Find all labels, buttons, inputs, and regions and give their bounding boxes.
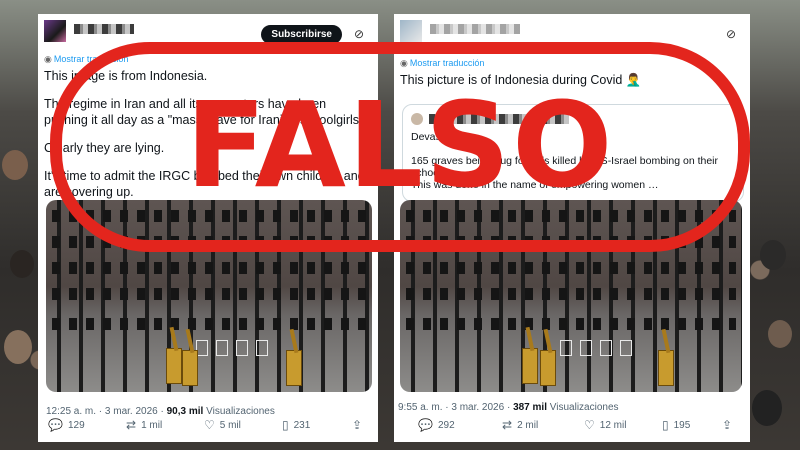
- post-time[interactable]: 12:25 a. m. · 3 mar. 2026 ·: [46, 406, 164, 417]
- grok-icon[interactable]: ⊘: [726, 27, 736, 41]
- share-icon: ⇪: [722, 418, 733, 432]
- reply-icon: 💬: [48, 418, 63, 432]
- action-bar: 💬 129 ⇄ 1 mil ♡ 5 mil ▯ 231 ⇪: [48, 418, 368, 434]
- reply-icon: 💬: [418, 418, 433, 432]
- blurred-username: [430, 24, 520, 34]
- views-label: Visualizaciones: [206, 406, 275, 417]
- like-icon: ♡: [584, 418, 595, 432]
- share-icon: ⇪: [352, 418, 363, 432]
- bookmark-button[interactable]: ▯ 195: [662, 418, 690, 432]
- reply-button[interactable]: 💬 129: [48, 418, 85, 432]
- views-count: 387 mil: [513, 402, 547, 413]
- views-count: 90,3 mil: [166, 406, 204, 417]
- share-button[interactable]: ⇪: [352, 418, 362, 432]
- bookmark-button[interactable]: ▯ 231: [282, 418, 310, 432]
- like-button[interactable]: ♡ 5 mil: [204, 418, 241, 432]
- bookmark-icon: ▯: [662, 418, 669, 432]
- repost-button[interactable]: ⇄ 2 mil: [502, 418, 538, 432]
- post-meta: 9:55 a. m. · 3 mar. 2026 · 387 mil Visua…: [398, 402, 619, 413]
- repost-button[interactable]: ⇄ 1 mil: [126, 418, 162, 432]
- share-button[interactable]: ⇪: [722, 418, 732, 432]
- action-bar: 💬 292 ⇄ 2 mil ♡ 12 mil ▯ 195 ⇪: [404, 418, 740, 434]
- falso-stamp: FALSO: [185, 76, 615, 214]
- like-button[interactable]: ♡ 12 mil: [584, 418, 626, 432]
- bookmark-icon: ▯: [282, 418, 289, 432]
- views-label: Visualizaciones: [549, 402, 619, 413]
- globe-icon: ◉: [44, 54, 52, 64]
- avatar[interactable]: [400, 20, 422, 42]
- repost-icon: ⇄: [126, 418, 137, 432]
- grok-icon[interactable]: ⊘: [354, 27, 364, 41]
- repost-icon: ⇄: [502, 418, 513, 432]
- post-time[interactable]: 9:55 a. m. · 3 mar. 2026 ·: [398, 402, 510, 413]
- post-meta: 12:25 a. m. · 3 mar. 2026 · 90,3 mil Vis…: [46, 406, 275, 417]
- like-icon: ♡: [204, 418, 215, 432]
- reply-button[interactable]: 💬 292: [418, 418, 455, 432]
- avatar[interactable]: [44, 20, 66, 42]
- blurred-username: [74, 24, 134, 34]
